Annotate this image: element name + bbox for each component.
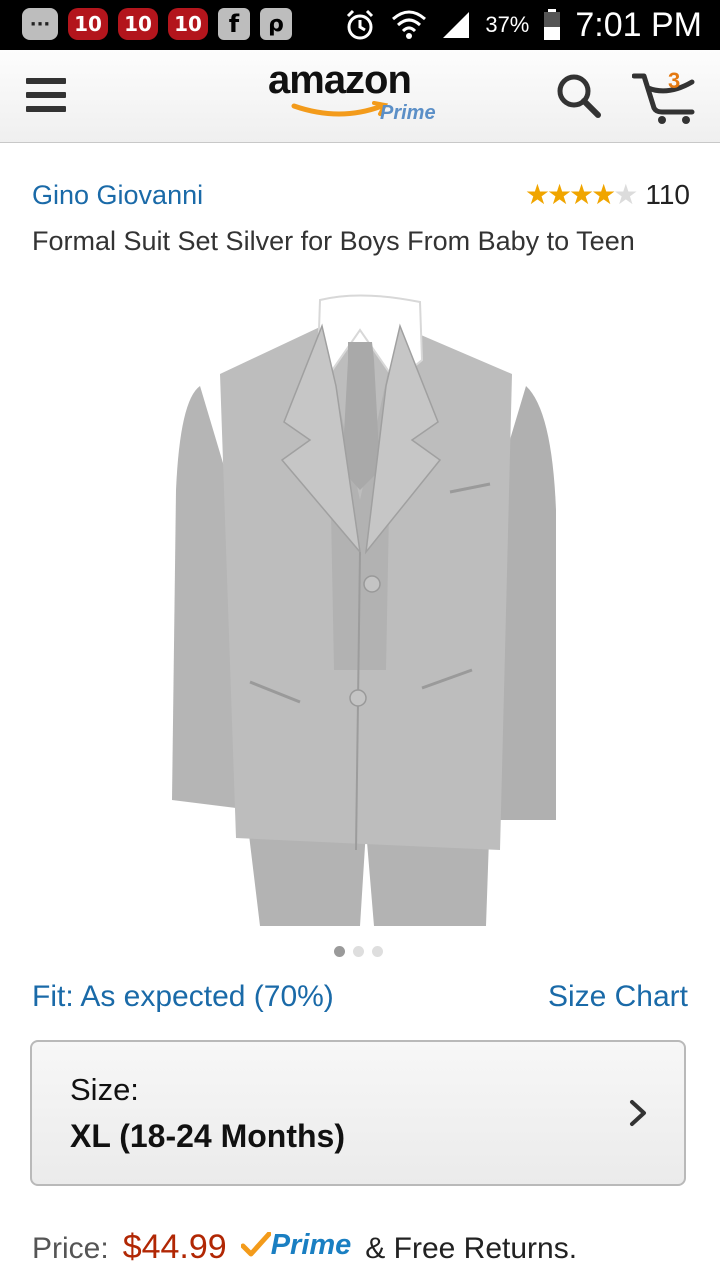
pager-dot[interactable] (353, 946, 364, 957)
product-image[interactable] (160, 290, 560, 930)
channel-10-icon: 10 (118, 8, 158, 40)
battery-percent: 37% (485, 12, 530, 37)
price-label: Price: (32, 1232, 109, 1265)
brand-link[interactable]: Gino Giovanni (32, 180, 203, 211)
signal-icon (443, 12, 470, 38)
search-icon (557, 74, 601, 118)
fit-link[interactable]: Fit: As expected (70%) (32, 980, 334, 1014)
facebook-icon: f (218, 8, 250, 40)
size-label: Size: (70, 1072, 139, 1107)
prime-check-icon (240, 1232, 271, 1257)
clock: 7:01 PM (575, 5, 702, 44)
search-button[interactable] (553, 70, 603, 120)
wifi-icon (392, 10, 427, 39)
product-title: Formal Suit Set Silver for Boys From Bab… (32, 226, 635, 256)
logo-text: amazon (268, 58, 412, 102)
cart-count: 3 (668, 68, 681, 93)
price-row: Price: $44.99 Prime & Free Returns. (32, 1228, 577, 1267)
alarm-icon (347, 9, 374, 40)
size-value: XL (18-24 Months) (70, 1118, 345, 1154)
cart-icon (631, 73, 695, 124)
cart-button[interactable]: 3 (631, 66, 698, 126)
system-icons: 37% 7:01 PM (343, 0, 702, 50)
price-value: $44.99 (122, 1228, 227, 1266)
p-app-icon: ρ (260, 8, 292, 40)
prime-badge: Prime (240, 1228, 352, 1262)
status-bar: ··· 10 10 10 f ρ 37% 7:01 PM (0, 0, 720, 50)
smile-arrow-icon (291, 101, 389, 117)
channel-10-icon: 10 (68, 8, 108, 40)
star-rating-icon: ★★★★★ (524, 178, 639, 211)
battery-icon (544, 9, 561, 40)
size-selector[interactable]: Size: XL (18-24 Months) (30, 1040, 686, 1186)
size-chart-link[interactable]: Size Chart (548, 980, 688, 1014)
image-pager[interactable] (334, 946, 383, 957)
chevron-right-icon (630, 1100, 646, 1126)
rating[interactable]: ★★★★★ 110 (525, 178, 690, 211)
logo-prime-text: Prime (380, 102, 436, 124)
menu-icon (26, 78, 66, 84)
channel-10-icon: 10 (168, 8, 208, 40)
pager-dot[interactable] (372, 946, 383, 957)
prime-text: Prime (270, 1228, 352, 1261)
notification-icons: ··· 10 10 10 f ρ (22, 8, 292, 40)
menu-button[interactable] (26, 78, 66, 112)
amazon-prime-logo[interactable]: amazon Prime (268, 58, 448, 128)
rating-count: 110 (645, 178, 690, 210)
app-header: amazon Prime 3 (0, 50, 720, 143)
free-returns-text: & Free Returns. (365, 1232, 578, 1265)
more-icon: ··· (22, 8, 58, 40)
pager-dot[interactable] (334, 946, 345, 957)
